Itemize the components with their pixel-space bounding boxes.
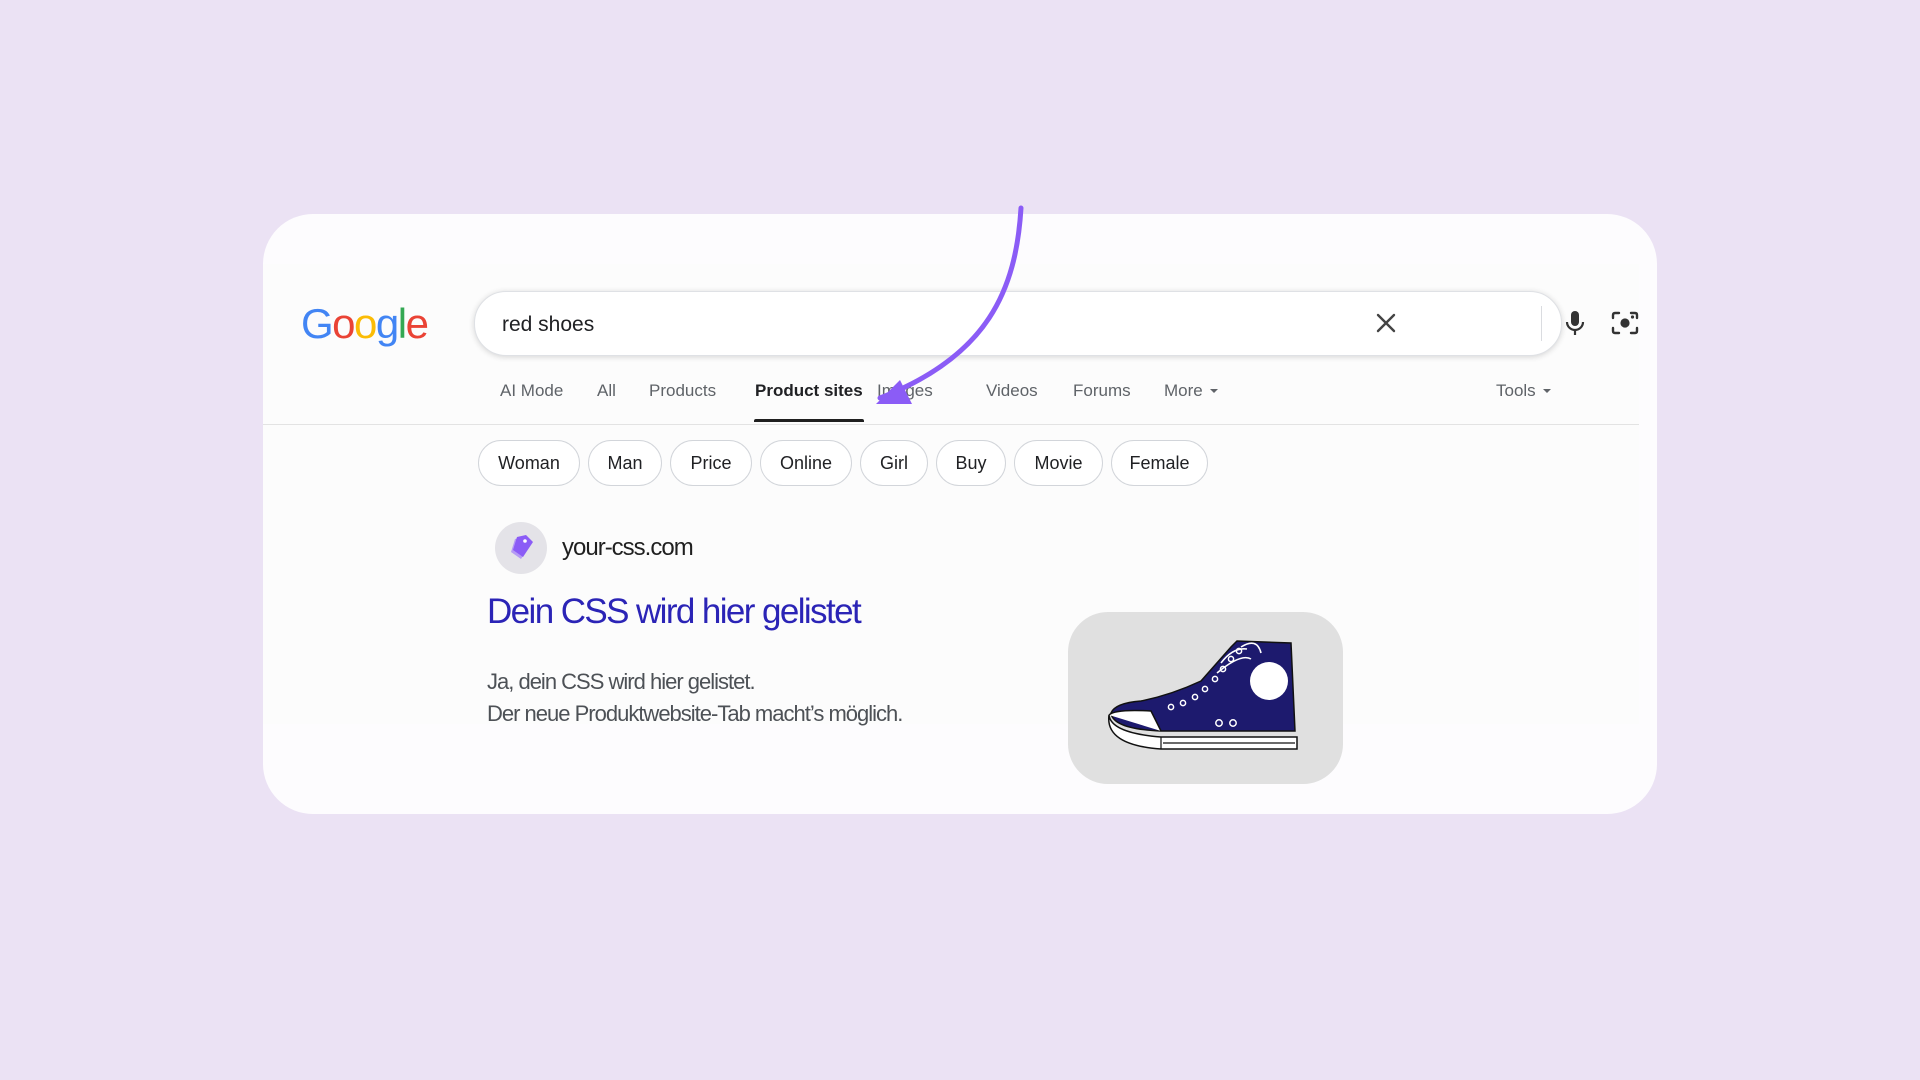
tools-label: Tools — [1496, 381, 1536, 400]
site-name: your-css.com — [562, 534, 694, 561]
close-icon[interactable] — [1370, 307, 1402, 339]
tools-button[interactable]: Tools — [1496, 381, 1551, 401]
google-logo[interactable]: Google — [301, 300, 429, 348]
tab-videos[interactable]: Videos — [986, 381, 1038, 401]
chip-price[interactable]: Price — [670, 440, 752, 486]
chip-man[interactable]: Man — [588, 440, 662, 486]
result-thumbnail[interactable] — [1068, 612, 1343, 784]
result-title-link[interactable]: Dein CSS wird hier gelistet — [487, 592, 862, 632]
tabs-divider — [263, 424, 1639, 425]
snippet-line-1: Ja, dein CSS wird hier gelistet. — [487, 669, 756, 694]
chevron-down-icon — [1542, 389, 1551, 393]
chip-movie[interactable]: Movie — [1014, 440, 1103, 486]
result-snippet: Ja, dein CSS wird hier gelistet. Der neu… — [487, 666, 903, 730]
search-input[interactable] — [500, 292, 1304, 357]
search-box — [474, 291, 1639, 357]
chip-female[interactable]: Female — [1111, 440, 1208, 486]
chip-buy[interactable]: Buy — [936, 440, 1006, 486]
tab-all[interactable]: All — [597, 381, 616, 401]
chip-girl[interactable]: Girl — [860, 440, 928, 486]
sneaker-image — [1107, 640, 1298, 750]
search-divider — [1541, 306, 1542, 341]
chip-woman[interactable]: Woman — [478, 440, 580, 486]
chevron-down-icon — [1209, 389, 1218, 393]
camera-lens-icon[interactable] — [1609, 307, 1641, 339]
active-tab-indicator — [754, 419, 864, 422]
tab-images[interactable]: Images — [877, 381, 933, 401]
tab-products[interactable]: Products — [649, 381, 716, 401]
screenshot-card: Google AI Mode All Products Product site… — [263, 214, 1657, 814]
microphone-icon[interactable] — [1559, 307, 1591, 339]
tab-ai-mode[interactable]: AI Mode — [500, 381, 563, 401]
price-tag-icon — [495, 522, 547, 574]
chip-online[interactable]: Online — [760, 440, 852, 486]
search-results-page: Google AI Mode All Products Product site… — [263, 264, 1639, 784]
tab-forums[interactable]: Forums — [1073, 381, 1131, 401]
snippet-line-2: Der neue Produktwebsite-Tab macht’s mögl… — [487, 701, 903, 726]
tab-more[interactable]: More — [1164, 381, 1218, 401]
tab-product-sites[interactable]: Product sites — [755, 381, 863, 401]
tab-more-label: More — [1164, 381, 1203, 400]
